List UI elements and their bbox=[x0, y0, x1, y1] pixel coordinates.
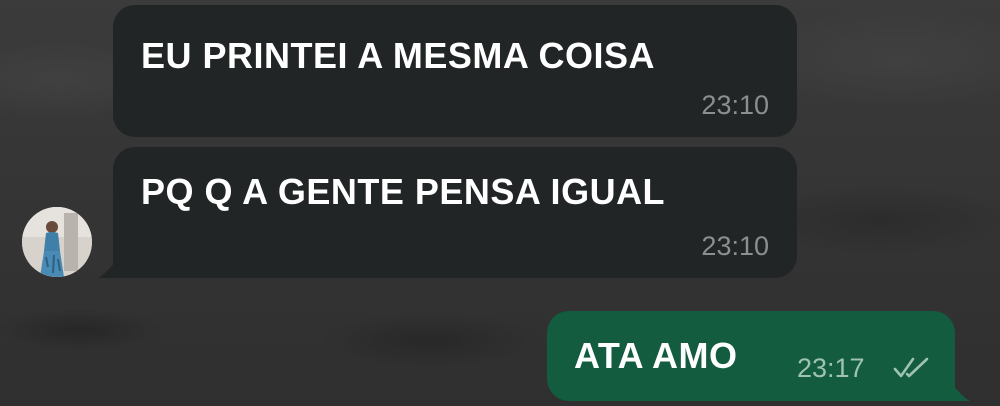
message-text: ATA AMO bbox=[574, 335, 738, 376]
avatar-photo bbox=[22, 207, 92, 277]
bubble-tail bbox=[98, 258, 118, 278]
message-timestamp: 23:17 bbox=[797, 353, 865, 383]
bubble-tail bbox=[950, 381, 970, 401]
message-timestamp: 23:10 bbox=[701, 90, 769, 120]
message-timestamp: 23:10 bbox=[701, 231, 769, 261]
incoming-message-bubble[interactable]: EU PRINTEI A MESMA COISA 23:10 bbox=[113, 5, 797, 137]
message-text: PQ Q A GENTE PENSA IGUAL bbox=[141, 171, 666, 212]
incoming-message-bubble[interactable]: PQ Q A GENTE PENSA IGUAL 23:10 bbox=[113, 147, 797, 278]
sender-avatar[interactable] bbox=[22, 207, 92, 277]
outgoing-message-bubble[interactable]: ATA AMO 23:17 bbox=[547, 311, 955, 401]
message-text: EU PRINTEI A MESMA COISA bbox=[141, 35, 656, 76]
double-check-icon bbox=[893, 357, 929, 378]
